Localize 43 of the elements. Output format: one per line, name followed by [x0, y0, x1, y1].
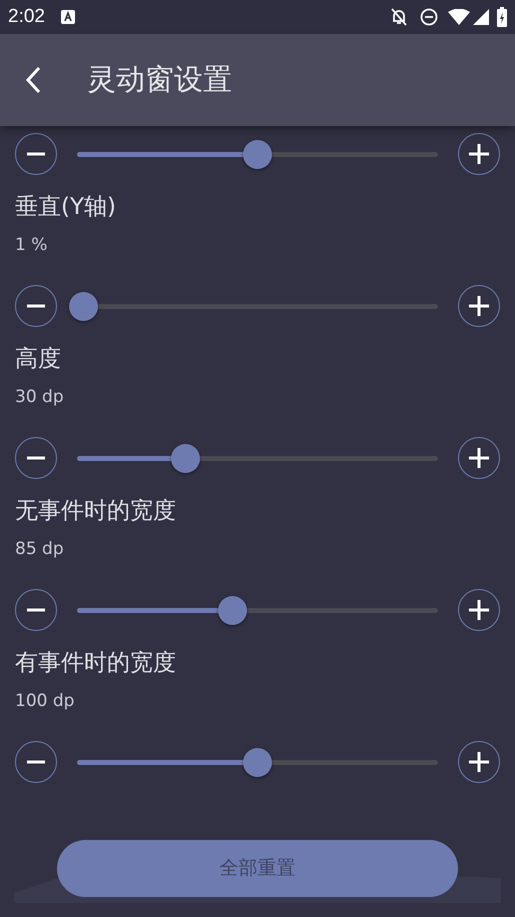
signal-icon [473, 9, 489, 25]
setting-label: 有事件时的宽度 [15, 649, 177, 678]
plus-icon [469, 448, 489, 468]
minus-icon [27, 152, 45, 156]
page-title: 灵动窗设置 [87, 61, 232, 98]
wifi-icon [448, 9, 470, 25]
slider-thumb[interactable] [243, 748, 272, 776]
plus-icon [469, 144, 489, 164]
decrease-button[interactable] [15, 285, 57, 327]
minus-icon [27, 760, 45, 764]
keyboard-icon [60, 10, 75, 24]
setting-label: 垂直(Y轴) [15, 193, 117, 222]
minus-icon [27, 304, 45, 308]
decrease-button[interactable] [15, 437, 57, 479]
setting-value: 1 % [15, 234, 48, 256]
increase-button[interactable] [458, 589, 500, 631]
setting-label: 高度 [15, 345, 62, 374]
minus-icon [27, 608, 45, 612]
increase-button[interactable] [458, 285, 500, 327]
plus-icon [469, 752, 489, 772]
setting-label: 无事件时的宽度 [15, 497, 177, 526]
slider-thumb[interactable] [68, 292, 98, 320]
minus-icon [27, 456, 45, 460]
decrease-button[interactable] [15, 133, 57, 175]
plus-icon [469, 600, 489, 620]
increase-button[interactable] [458, 741, 500, 783]
setting-value: 100 dp [15, 690, 76, 712]
increase-button[interactable] [458, 437, 500, 479]
back-icon [25, 66, 41, 94]
slider-thumb[interactable] [170, 444, 200, 472]
decrease-button[interactable] [15, 589, 57, 631]
decrease-button[interactable] [15, 741, 57, 783]
reset-all-button[interactable]: 全部重置 [57, 840, 458, 897]
do-not-disturb-icon [420, 8, 438, 26]
battery-icon [497, 7, 507, 27]
plus-icon [469, 296, 489, 316]
increase-button[interactable] [458, 133, 500, 175]
bell-off-icon [390, 7, 408, 27]
slider-thumb[interactable] [218, 596, 247, 624]
setting-value: 30 dp [15, 386, 65, 408]
slider-thumb[interactable] [243, 140, 272, 168]
setting-value: 85 dp [15, 538, 65, 560]
status-time: 2:02 [8, 4, 45, 29]
